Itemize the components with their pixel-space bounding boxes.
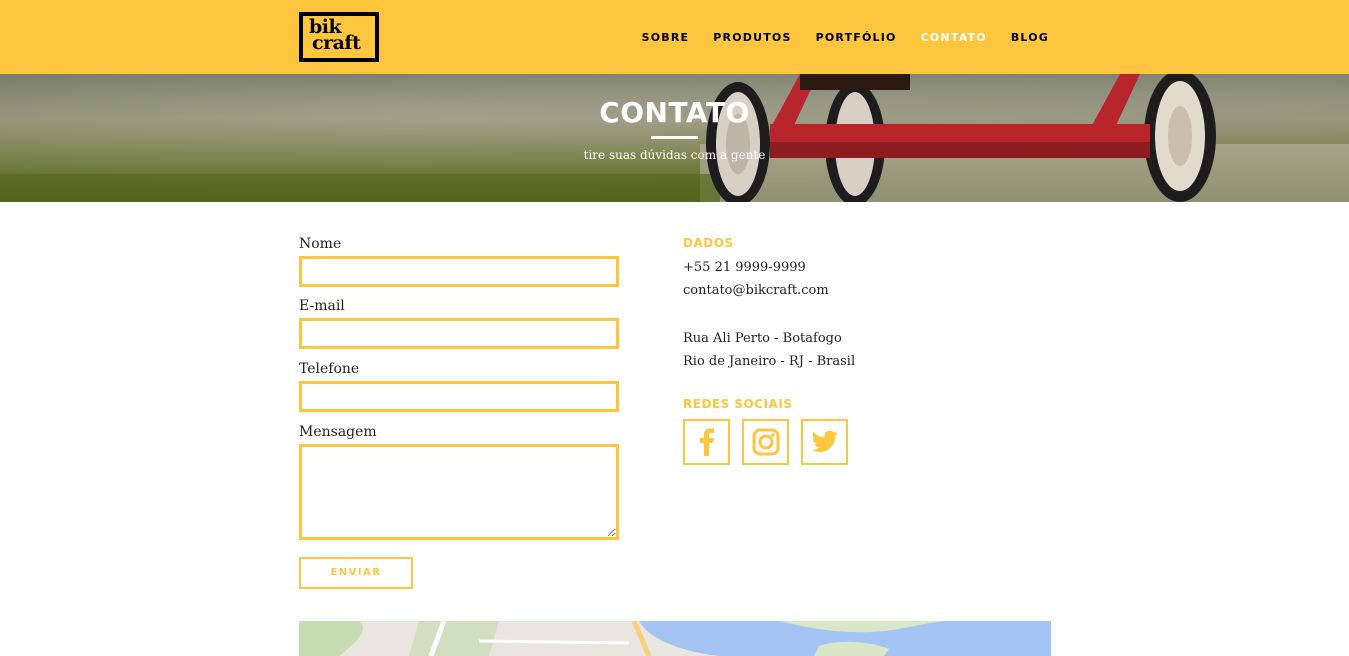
map-tiles [299,621,1051,656]
facebook-icon [699,428,714,456]
instagram-icon [752,428,779,456]
title-underline [651,136,698,139]
main-nav: SOBRE PRODUTOS PORTFÓLIO CONTATO BLOG [618,31,1049,44]
twitter-link[interactable] [801,419,848,465]
phone-field[interactable] [299,381,619,412]
bikcraft-logo[interactable]: bik craft [299,12,379,62]
submit-button[interactable]: ENVIAR [299,557,413,589]
phone-number: +55 21 9999-9999 [683,260,806,275]
email-field[interactable] [299,318,619,349]
location-map[interactable] [299,621,1051,656]
address-line-2: Rio de Janeiro - RJ - Brasil [683,354,856,369]
name-field[interactable] [299,256,619,287]
message-label: Mensagem [299,424,377,440]
name-label: Nome [299,236,342,252]
nav-link-blog[interactable]: BLOG [1011,31,1049,44]
message-field[interactable] [299,444,619,540]
contact-info: DADOS +55 21 9999-9999 contato@bikcraft.… [683,236,1043,465]
social-links [683,419,1043,465]
email-address: contato@bikcraft.com [683,283,829,298]
address-line-1: Rua Ali Perto - Botafogo [683,331,842,346]
social-heading: REDES SOCIAIS [683,397,793,411]
hero-banner: CONTATO tire suas dúvidas com a gente [0,74,1349,202]
page-subtitle: tire suas dúvidas com a gente [583,148,766,162]
nav-link-sobre[interactable]: SOBRE [642,31,690,44]
page-title: CONTATO [599,96,750,129]
data-heading: DADOS [683,236,734,250]
twitter-icon [811,430,838,452]
phone-label: Telefone [299,361,360,377]
facebook-link[interactable] [683,419,730,465]
nav-link-produtos[interactable]: PRODUTOS [713,31,791,44]
nav-link-contato[interactable]: CONTATO [921,31,987,44]
logo-text-line2: craft [312,32,361,54]
nav-link-portfolio[interactable]: PORTFÓLIO [816,31,897,44]
email-label: E-mail [299,298,345,314]
instagram-link[interactable] [742,419,789,465]
contact-form: Nome E-mail Telefone Mensagem [299,236,619,540]
site-header: bik craft SOBRE PRODUTOS PORTFÓLIO CONTA… [0,0,1349,74]
